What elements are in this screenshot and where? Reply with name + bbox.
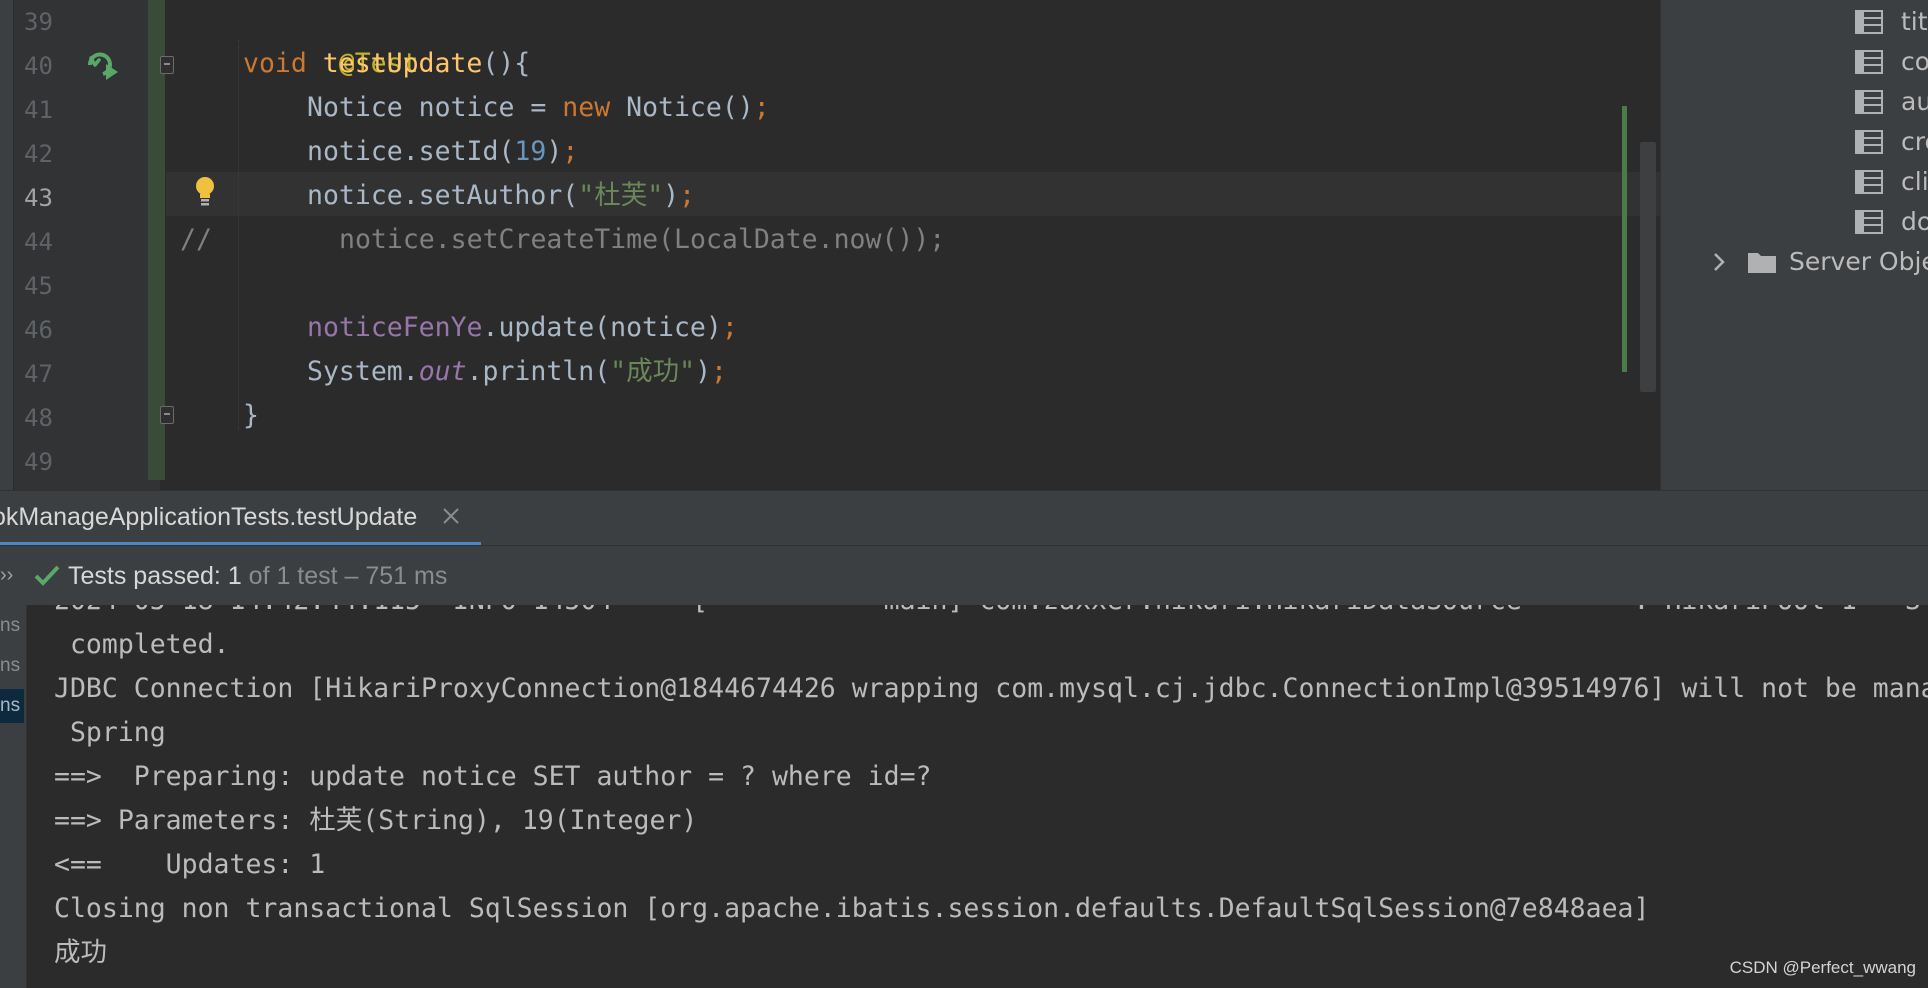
semicolon-token: ; xyxy=(753,92,770,123)
run-tab-label: okManageApplicationTests.testUpdate xyxy=(0,503,418,531)
semicolon-token: ; xyxy=(679,180,696,211)
code-editor[interactable]: 39 40 41 42 43 44 45 46 47 48 49 @Test v… xyxy=(0,0,1660,490)
code-line-41: Notice notice = new Notice(); xyxy=(307,86,770,130)
console-line: Spring xyxy=(54,717,166,748)
double-chevron-icon[interactable]: ›› xyxy=(0,564,13,587)
code-token: notice.setAuthor( xyxy=(307,180,579,211)
fold-marker-close[interactable] xyxy=(160,406,174,424)
folder-icon xyxy=(1748,253,1776,273)
code-text[interactable]: @Test void testUpdate(){ Notice notice =… xyxy=(0,0,945,490)
code-token: .update(notice) xyxy=(482,312,722,343)
console-output[interactable]: ns ns ns 2024-05-18 14:42:44.115 INFO 14… xyxy=(0,605,1928,988)
number-token: 19 xyxy=(514,136,547,167)
field-token: noticeFenYe xyxy=(307,312,483,343)
semicolon-token: ; xyxy=(711,356,728,387)
status-prefix: Tests passed: xyxy=(68,562,228,590)
code-line-47: System.out.println("成功"); xyxy=(307,350,727,394)
chevron-right-icon[interactable] xyxy=(1711,251,1727,273)
intention-bulb-icon[interactable] xyxy=(193,175,217,207)
console-line: Closing non transactional SqlSession [or… xyxy=(54,893,1650,924)
console-line: ==> Parameters: 杜芙(String), 19(Integer) xyxy=(54,805,698,836)
test-status-bar: ›› Tests passed: 1 of 1 test – 751 ms xyxy=(0,545,1928,607)
status-count: 1 xyxy=(227,562,242,590)
code-token: Notice() xyxy=(610,92,754,123)
database-tree-panel[interactable]: titl con aut cre xyxy=(1660,0,1928,490)
brace-token: } xyxy=(243,400,259,431)
semicolon-token: ; xyxy=(562,136,579,167)
test-tree-item-selected[interactable]: ns xyxy=(0,689,24,723)
code-token: (){ xyxy=(482,48,531,79)
status-suffix: of 1 test – 751 ms xyxy=(241,562,448,590)
console-line: completed. xyxy=(54,629,230,660)
code-line-43: notice.setAuthor("杜芙"); xyxy=(307,174,695,218)
method-name-token: testUpdate xyxy=(322,48,483,79)
table-column-icon xyxy=(1855,10,1883,34)
db-column-label: titl xyxy=(1901,7,1928,36)
code-token: .println( xyxy=(466,356,611,387)
code-token: ) xyxy=(546,136,563,167)
code-token: ) xyxy=(695,356,712,387)
keyword-token: void xyxy=(243,48,307,79)
string-token: "杜芙" xyxy=(578,180,664,211)
test-tree-item[interactable]: ns xyxy=(0,649,24,683)
code-token: ) xyxy=(663,180,680,211)
code-token: Notice notice = xyxy=(307,92,563,123)
run-tab-testupdate[interactable]: okManageApplicationTests.testUpdate xyxy=(0,491,480,544)
table-column-icon xyxy=(1855,130,1883,154)
code-line-48: } xyxy=(243,394,259,438)
semicolon-token: ; xyxy=(721,312,738,343)
static-field-token: out xyxy=(418,356,467,387)
db-column-label: con xyxy=(1901,47,1928,76)
table-column-icon xyxy=(1855,90,1883,114)
table-column-icon xyxy=(1855,210,1883,234)
change-stripe-marker[interactable] xyxy=(1622,106,1627,372)
code-line-44-body: notice.setCreateTime(LocalDate.now()); xyxy=(339,218,945,262)
code-line-39: @Test xyxy=(243,0,419,79)
server-objects-label: Server Objec xyxy=(1789,247,1928,276)
code-line-40: void testUpdate(){ xyxy=(243,42,530,86)
fold-marker-open[interactable] xyxy=(160,56,174,74)
db-column-label: clic xyxy=(1901,167,1928,196)
run-tool-window-tabs: okManageApplicationTests.testUpdate xyxy=(0,490,1928,546)
console-line-cut: 2024-05-18 14:42:44.115 INFO 14504 --- [… xyxy=(54,605,1921,623)
table-column-icon xyxy=(1855,170,1883,194)
keyword-token: new xyxy=(562,92,611,123)
db-column-label: aut xyxy=(1901,87,1928,116)
console-line: ==> Preparing: update notice SET author … xyxy=(54,761,932,792)
console-line: JDBC Connection [HikariProxyConnection@1… xyxy=(54,673,1928,704)
run-test-icon[interactable] xyxy=(86,50,120,80)
code-token: System. xyxy=(307,356,419,387)
table-column-icon xyxy=(1855,50,1883,74)
test-tree-strip[interactable]: ns ns ns xyxy=(0,605,27,988)
code-line-46: noticeFenYe.update(notice); xyxy=(307,306,738,350)
code-token: notice.setId( xyxy=(307,136,515,167)
test-tree-item[interactable]: ns xyxy=(0,609,24,643)
string-token: "成功" xyxy=(610,356,696,387)
close-icon[interactable] xyxy=(440,505,462,527)
commented-code-token: notice.setCreateTime(LocalDate.now()); xyxy=(339,224,946,255)
check-icon xyxy=(34,565,60,586)
test-status-text: Tests passed: 1 of 1 test – 751 ms xyxy=(68,546,447,606)
console-line: 成功 xyxy=(54,937,107,968)
code-line-44: // xyxy=(180,218,212,262)
indent-guide xyxy=(238,40,240,430)
code-line-42: notice.setId(19); xyxy=(307,130,578,174)
comment-marker-token: // xyxy=(180,224,212,255)
watermark: CSDN @Perfect_wwang xyxy=(1729,958,1916,977)
editor-scrollbar-thumb[interactable] xyxy=(1640,142,1656,392)
console-line: <== Updates: 1 xyxy=(54,849,326,880)
db-column-label: do xyxy=(1901,207,1928,236)
db-column-label: cre xyxy=(1901,127,1928,156)
